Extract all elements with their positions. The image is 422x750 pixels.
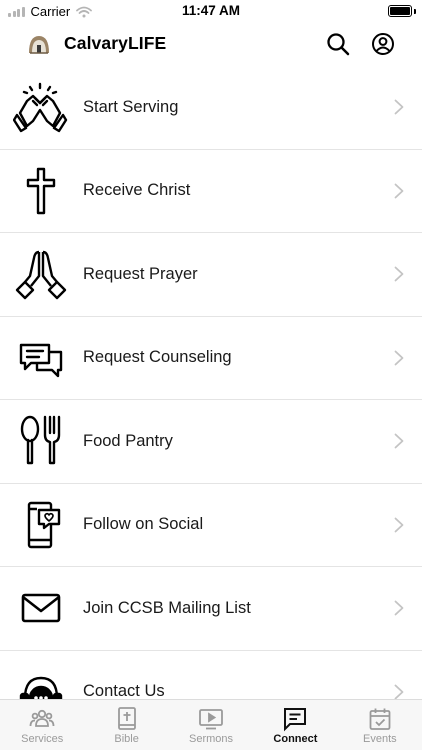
chevron-right-icon [394, 350, 404, 366]
search-icon [327, 33, 350, 56]
chevron-right-icon [394, 517, 404, 533]
menu-item-request-counseling[interactable]: Request Counseling [0, 316, 422, 400]
menu-item-food-pantry[interactable]: Food Pantry [0, 400, 422, 484]
search-button[interactable] [324, 30, 352, 58]
bible-icon [117, 707, 136, 730]
cross-icon [10, 160, 72, 222]
menu-item-label: Request Counseling [83, 348, 232, 367]
menu-item-receive-christ[interactable]: Receive Christ [0, 149, 422, 233]
phone-social-icon [10, 494, 72, 556]
tab-label: Sermons [189, 733, 234, 745]
menu-item-join-mailing-list[interactable]: Join CCSB Mailing List [0, 567, 422, 651]
headset-chat-icon [10, 661, 72, 699]
tab-bar: Services Bible Sermons Connect Events [0, 699, 422, 750]
chevron-right-icon [394, 684, 404, 699]
menu-item-request-prayer[interactable]: Request Prayer [0, 233, 422, 317]
account-icon [372, 33, 394, 55]
tab-label: Bible [114, 733, 139, 745]
tab-label: Connect [273, 733, 318, 745]
chevron-right-icon [394, 600, 404, 616]
envelope-icon [10, 577, 72, 639]
menu-item-label: Receive Christ [83, 181, 191, 200]
tab-sermons[interactable]: Sermons [169, 700, 253, 750]
clock: 11:47 AM [181, 3, 241, 18]
battery-icon [388, 5, 412, 17]
status-bar: Carrier 11:47 AM [0, 0, 422, 22]
people-icon [29, 709, 55, 727]
tab-connect[interactable]: Connect [253, 700, 337, 750]
connect-menu-list: Start Serving Receive Christ Request Pra… [0, 66, 422, 699]
tab-events[interactable]: Events [338, 700, 422, 750]
calendar-check-icon [369, 708, 391, 730]
menu-item-label: Join CCSB Mailing List [83, 598, 251, 617]
chevron-right-icon [394, 266, 404, 282]
menu-item-follow-on-social[interactable]: Follow on Social [0, 483, 422, 567]
menu-item-label: Food Pantry [83, 431, 173, 450]
battery-tip [414, 9, 416, 14]
chat-bubbles-icon [10, 327, 72, 389]
account-button[interactable] [369, 30, 397, 58]
tab-services[interactable]: Services [0, 700, 84, 750]
app-header: CalvaryLIFE [0, 22, 422, 66]
menu-item-label: Follow on Social [83, 515, 204, 534]
message-icon [284, 708, 307, 732]
chevron-right-icon [394, 433, 404, 449]
church-logo [29, 36, 49, 54]
menu-item-start-serving[interactable]: Start Serving [0, 66, 422, 150]
tab-label: Services [21, 733, 64, 745]
spoon-fork-icon [10, 410, 72, 472]
menu-item-label: Request Prayer [83, 264, 198, 283]
tab-bible[interactable]: Bible [84, 700, 168, 750]
menu-item-label: Start Serving [83, 97, 179, 116]
tab-label: Events [363, 733, 397, 745]
praying-hands-icon [10, 243, 72, 305]
serving-hands-icon [10, 76, 72, 138]
chevron-right-icon [394, 183, 404, 199]
chevron-right-icon [394, 99, 404, 115]
menu-item-label: Contact Us [83, 682, 165, 699]
video-play-icon [199, 709, 223, 730]
app-title: CalvaryLIFE [64, 33, 167, 53]
menu-item-contact-us[interactable]: Contact Us [0, 650, 422, 699]
